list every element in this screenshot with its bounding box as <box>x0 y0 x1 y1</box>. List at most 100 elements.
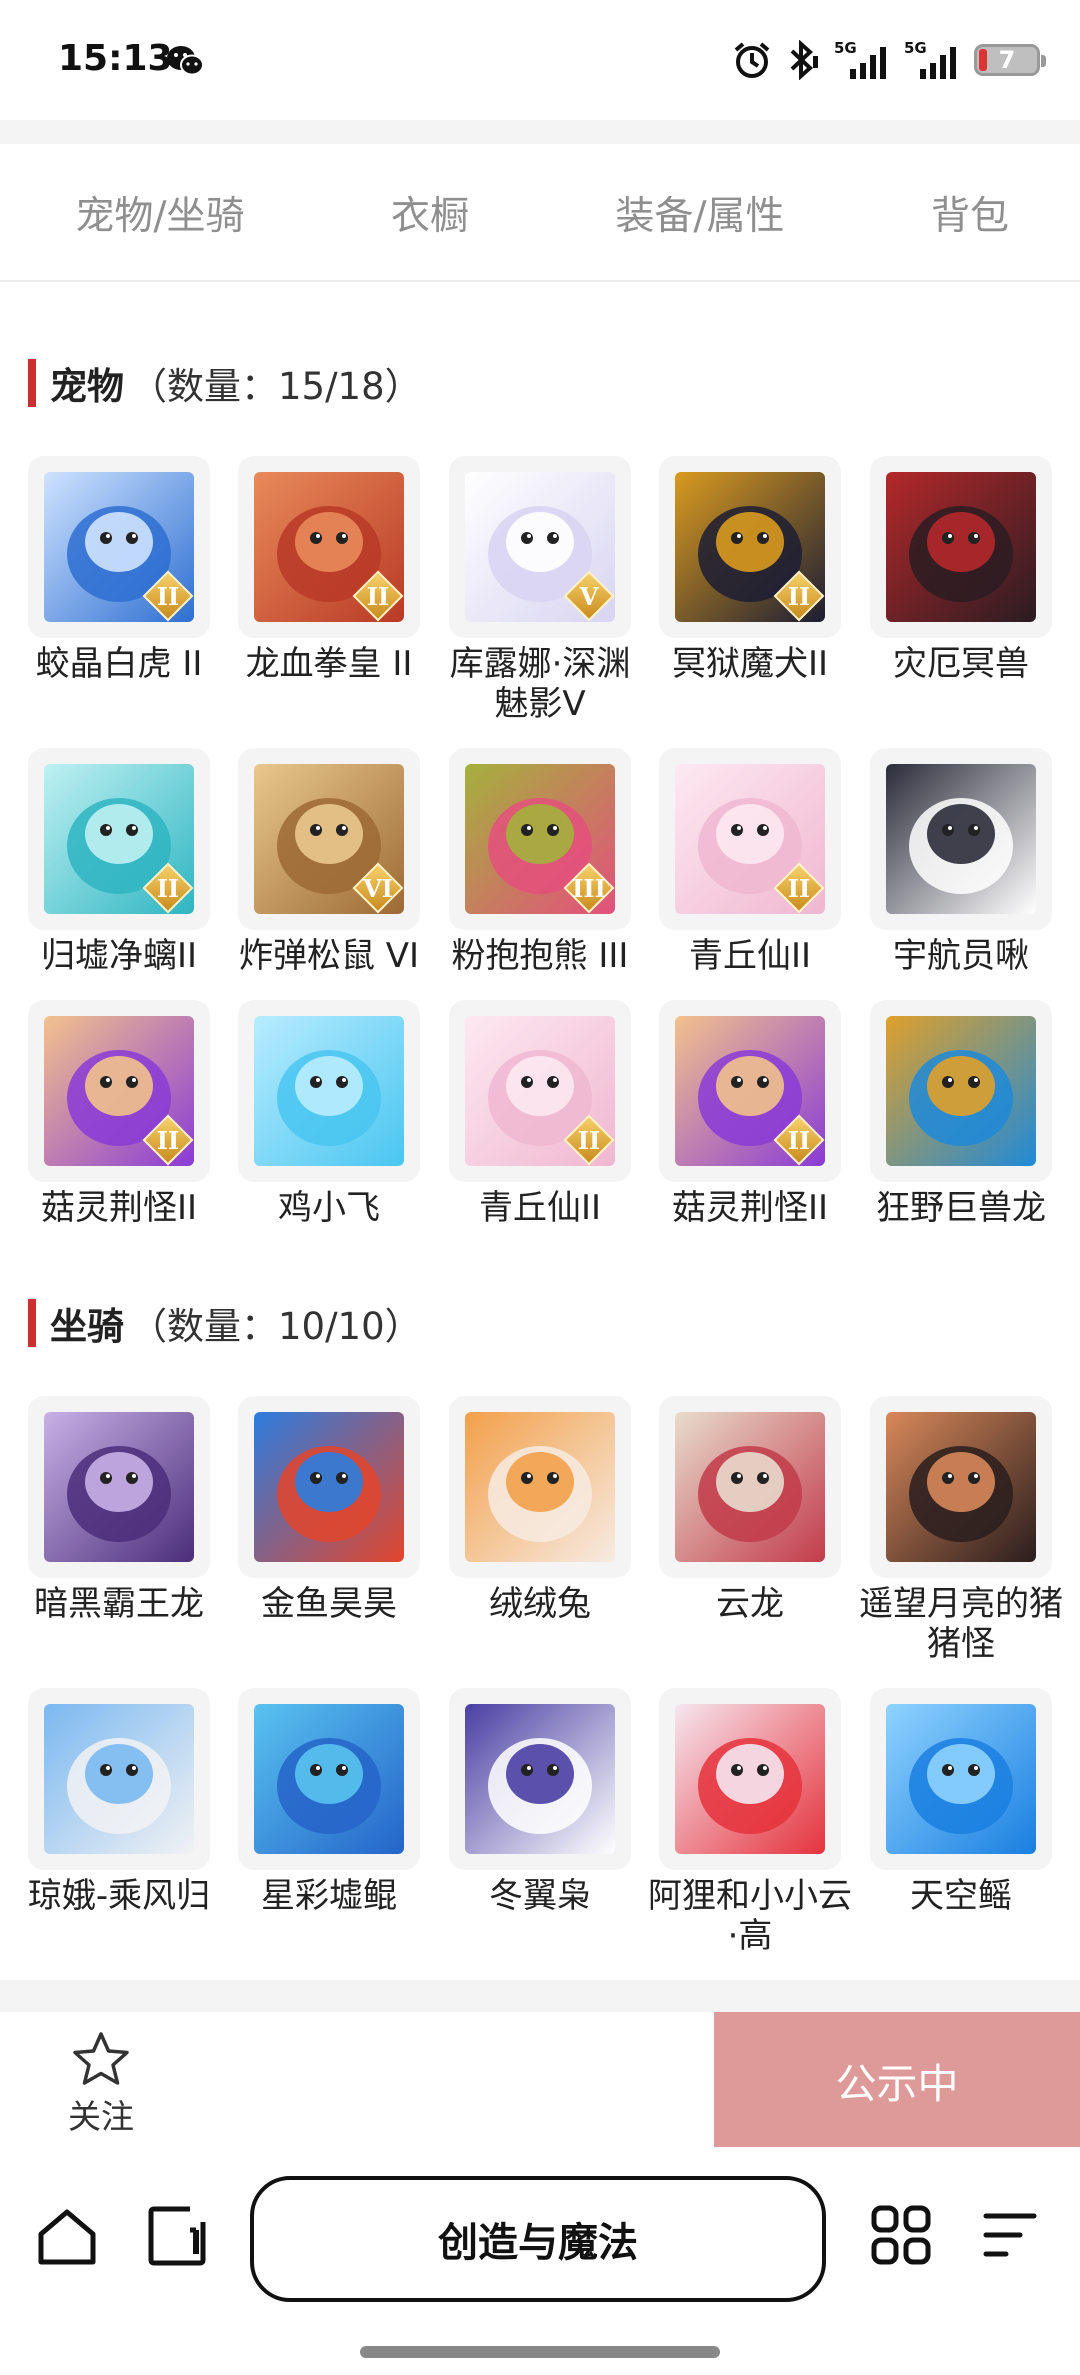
pet-item[interactable]: II 归墟净螭II <box>28 748 210 976</box>
home-icon[interactable] <box>36 2206 98 2268</box>
item-image <box>886 1016 1036 1166</box>
status-time: 15:13 <box>58 38 173 79</box>
svg-text:5G: 5G <box>904 39 927 57</box>
item-image <box>254 1016 404 1166</box>
item-image <box>886 1412 1036 1562</box>
mount-item[interactable]: 遥望月亮的猪猪怪 <box>859 1396 1063 1664</box>
mount-item[interactable]: 暗黑霸王龙 <box>28 1396 210 1624</box>
pet-item[interactable]: 宇航员啾 <box>870 748 1052 976</box>
tier-badge: II <box>352 570 404 622</box>
follow-button[interactable]: 关注 <box>56 2030 146 2138</box>
item-name: 青丘仙II <box>688 936 812 976</box>
tier-badge-label: V <box>579 582 599 611</box>
item-thumbnail: II <box>28 1000 210 1182</box>
item-image <box>675 1704 825 1854</box>
item-thumbnail: V <box>449 456 631 638</box>
tier-badge: II <box>563 1114 615 1166</box>
pet-item[interactable]: VI 炸弹松鼠 VI <box>238 748 420 976</box>
pets-count: （数量：15/18） <box>130 365 422 408</box>
pet-item[interactable]: II 菇灵荆怪II <box>28 1000 210 1228</box>
pet-item[interactable]: II 冥狱魔犬II <box>659 456 841 684</box>
tier-badge-label: II <box>156 582 180 611</box>
pet-item[interactable]: II 青丘仙II <box>659 748 841 976</box>
tab-equipment[interactable]: 装备/属性 <box>540 144 860 282</box>
item-name: 炸弹松鼠 VI <box>238 936 420 976</box>
pet-item[interactable]: II 龙血拳皇 II <box>238 456 420 684</box>
item-image <box>465 1704 615 1854</box>
app-title-button[interactable]: 创造与魔法 <box>250 2176 826 2302</box>
mount-item[interactable]: 金鱼昊昊 <box>238 1396 420 1624</box>
announce-button[interactable]: 公示中 <box>714 2012 1080 2147</box>
item-thumbnail <box>659 1396 841 1578</box>
item-image <box>254 1412 404 1562</box>
item-thumbnail <box>449 1688 631 1870</box>
item-name: 粉抱抱熊 III <box>451 936 629 976</box>
signal-5g-icon: 5G <box>904 39 956 79</box>
tab-backpack[interactable]: 背包 <box>860 144 1080 282</box>
pets-title: 宠物 <box>50 365 124 408</box>
mount-item[interactable]: 云龙 <box>659 1396 841 1624</box>
mount-item[interactable]: 绒绒兔 <box>449 1396 631 1624</box>
item-name: 冥狱魔犬II <box>671 644 829 684</box>
tab-pets-mounts[interactable]: 宠物/坐骑 <box>0 144 320 282</box>
item-thumbnail <box>870 1000 1052 1182</box>
divider <box>0 1980 1080 2012</box>
mount-item[interactable]: 冬翼枭 <box>449 1688 631 1916</box>
pet-item[interactable]: 灾厄冥兽 <box>870 456 1052 684</box>
item-thumbnail: III <box>449 748 631 930</box>
item-name: 天空鳐 <box>910 1876 1012 1916</box>
item-image <box>886 764 1036 914</box>
item-name: 库露娜·深渊魅影V <box>449 644 631 724</box>
tab-wardrobe[interactable]: 衣橱 <box>320 144 540 282</box>
mount-item[interactable]: 天空鳐 <box>870 1688 1052 1916</box>
tier-badge-label: II <box>156 1126 180 1155</box>
item-name: 阿狸和小小云·高 <box>648 1876 852 1956</box>
pet-item[interactable]: III 粉抱抱熊 III <box>449 748 631 976</box>
item-thumbnail: II <box>28 456 210 638</box>
tier-badge-label: II <box>787 1126 811 1155</box>
mounts-title: 坐骑 <box>50 1305 124 1348</box>
item-name: 狂野巨兽龙 <box>876 1188 1046 1228</box>
apps-icon[interactable] <box>870 2204 932 2266</box>
item-thumbnail: II <box>449 1000 631 1182</box>
item-name: 菇灵荆怪II <box>671 1188 829 1228</box>
status-icons: 5G 5G 7 <box>732 36 1046 84</box>
pet-item[interactable]: V 库露娜·深渊魅影V <box>449 456 631 724</box>
tier-badge: II <box>142 570 194 622</box>
star-icon <box>73 2032 129 2085</box>
follow-label: 关注 <box>68 2097 134 2136</box>
pet-item[interactable]: 鸡小飞 <box>238 1000 420 1228</box>
item-name: 宇航员啾 <box>893 936 1029 976</box>
pet-item[interactable]: 狂野巨兽龙 <box>870 1000 1052 1228</box>
tier-badge: II <box>142 862 194 914</box>
mount-item[interactable]: 星彩墟鲲 <box>238 1688 420 1916</box>
tier-badge-label: II <box>366 582 390 611</box>
item-thumbnail: II <box>659 748 841 930</box>
item-thumbnail: VI <box>238 748 420 930</box>
item-thumbnail <box>870 1688 1052 1870</box>
tier-badge: VI <box>352 862 404 914</box>
home-indicator <box>360 2346 720 2358</box>
mount-item[interactable]: 琼娥-乘风归 <box>28 1688 210 1916</box>
tier-badge: II <box>773 570 825 622</box>
tier-badge: III <box>563 862 615 914</box>
status-bar: 15:13 5G 5G 7 <box>0 0 1080 120</box>
item-name: 遥望月亮的猪猪怪 <box>859 1584 1063 1664</box>
mount-item[interactable]: 阿狸和小小云·高 <box>648 1688 852 1956</box>
item-thumbnail <box>28 1688 210 1870</box>
item-thumbnail <box>238 1688 420 1870</box>
pet-item[interactable]: II 蛟晶白虎 II <box>28 456 210 684</box>
action-bar: 关注 公示中 <box>0 2012 1080 2148</box>
item-thumbnail <box>28 1396 210 1578</box>
bottom-nav: 创造与魔法 <box>0 2148 1080 2375</box>
tier-badge-label: III <box>572 874 606 903</box>
pet-item[interactable]: II 菇灵荆怪II <box>659 1000 841 1228</box>
item-name: 云龙 <box>716 1584 784 1624</box>
tier-badge: II <box>773 862 825 914</box>
app-screen: 15:13 5G 5G 7 宠物/坐骑 衣橱 装备/属性 背包 宠物 （数量：1… <box>0 0 1080 2375</box>
pets-section-title: 宠物 （数量：15/18） <box>28 358 422 408</box>
tabs-icon[interactable] <box>146 2204 208 2268</box>
item-thumbnail <box>449 1396 631 1578</box>
pet-item[interactable]: II 青丘仙II <box>449 1000 631 1228</box>
menu-icon[interactable] <box>982 2210 1038 2260</box>
